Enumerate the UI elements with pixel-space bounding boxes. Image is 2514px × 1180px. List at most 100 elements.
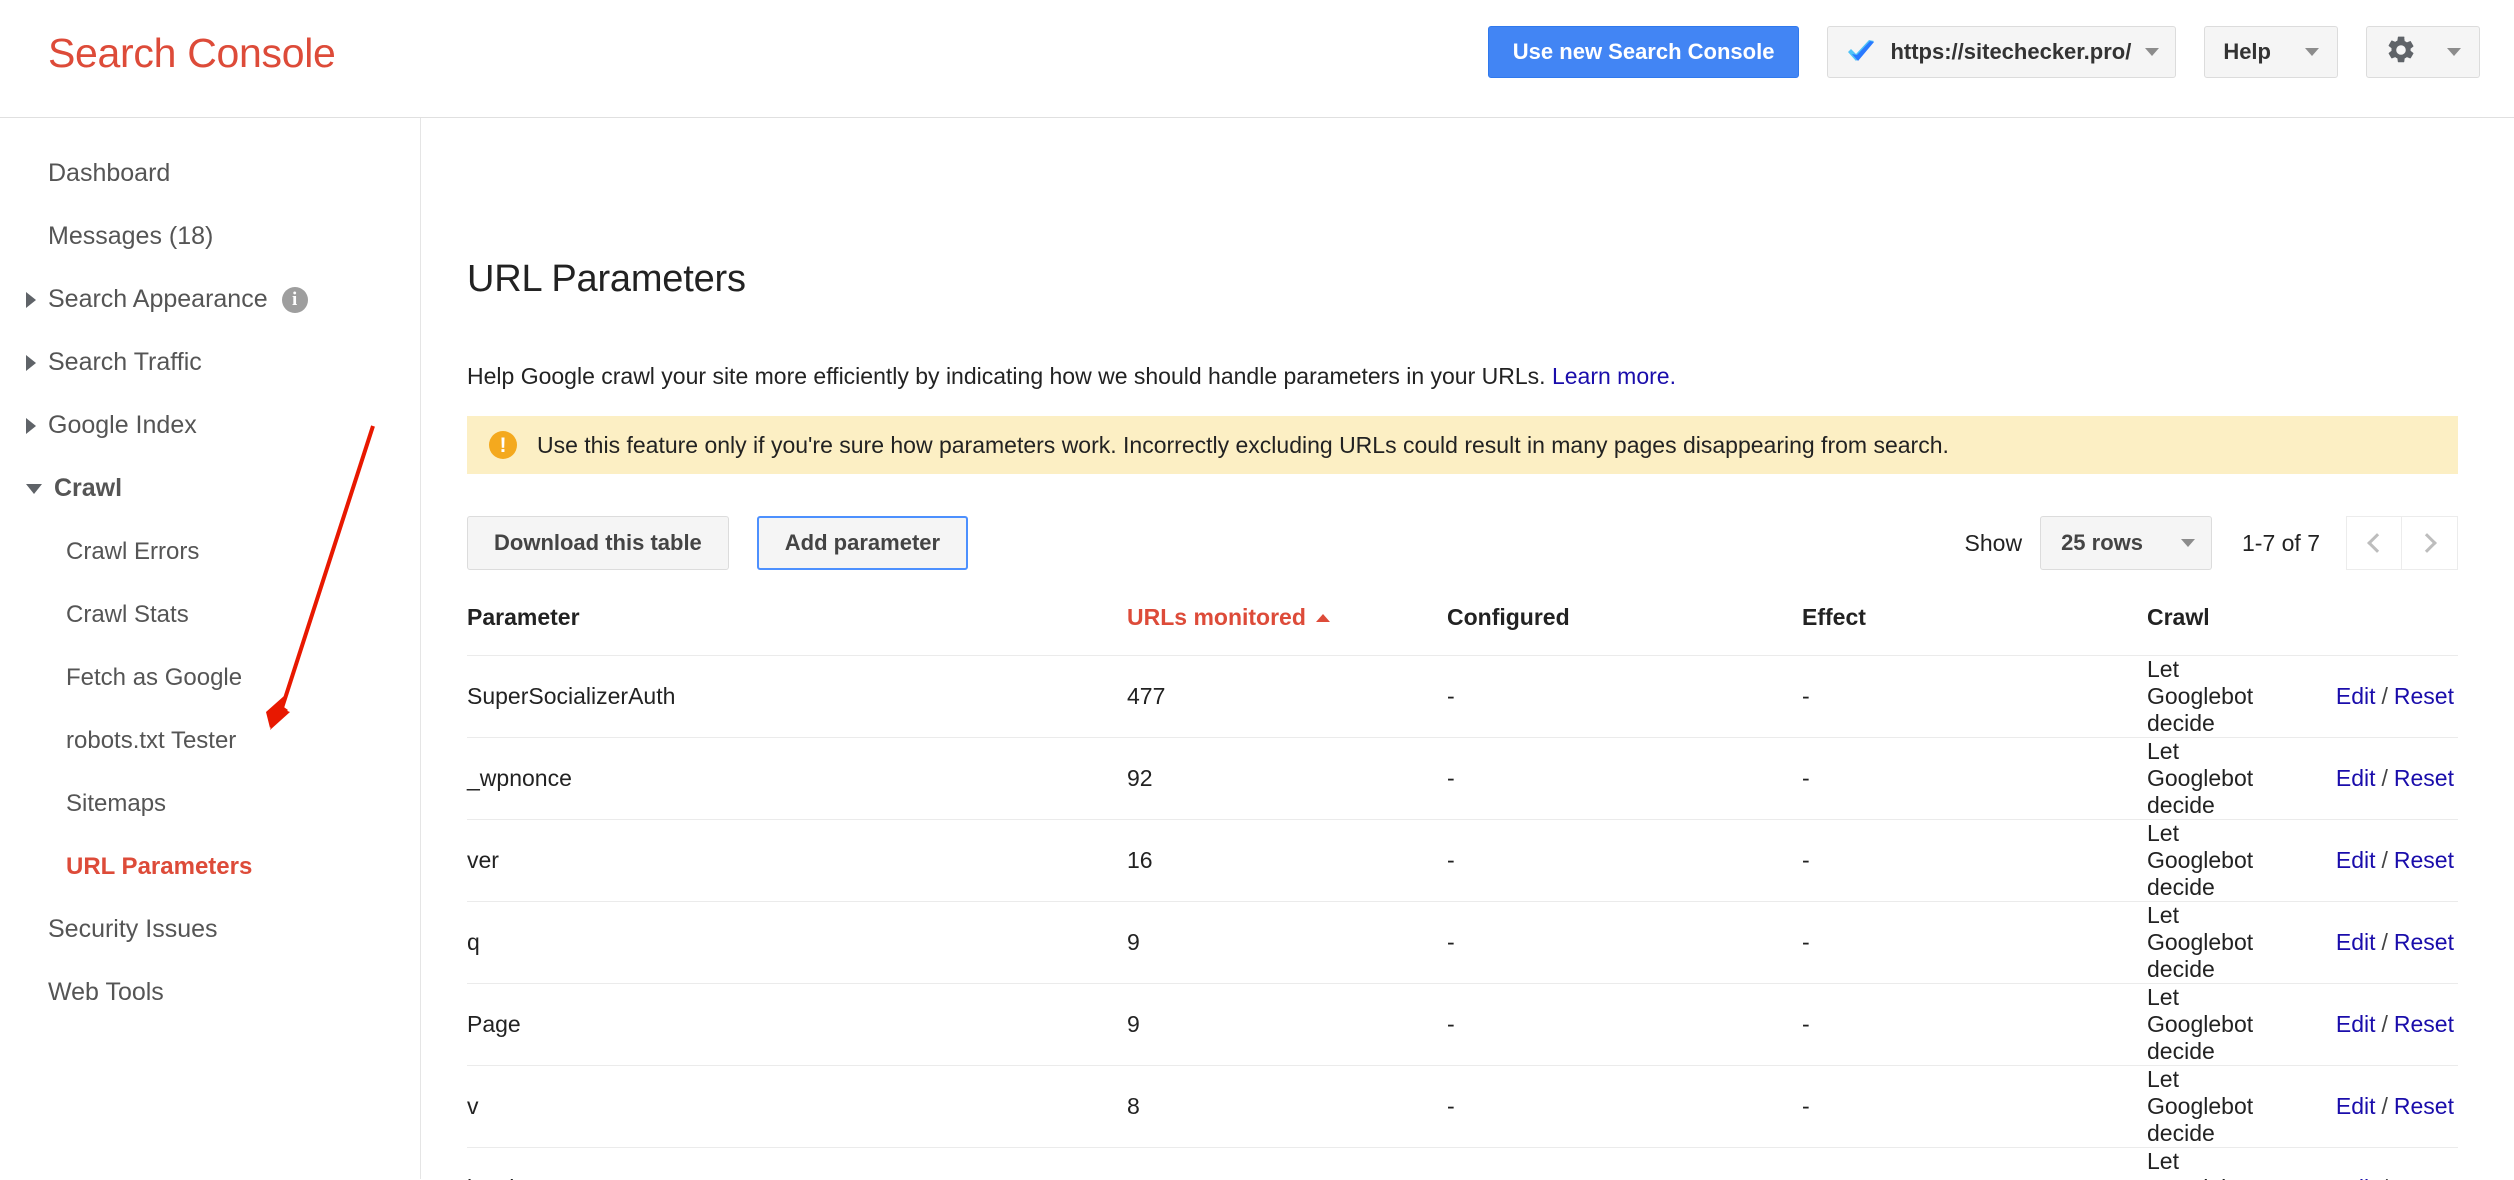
edit-link[interactable]: Edit (2336, 1093, 2376, 1119)
settings-button[interactable] (2366, 26, 2480, 78)
sidebar-item-label: Web Tools (48, 978, 164, 1006)
cell-configured: - (1447, 901, 1802, 984)
sidebar-item-search-traffic[interactable]: Search Traffic (0, 331, 420, 394)
reset-link[interactable]: Reset (2394, 1011, 2454, 1037)
reset-link[interactable]: Reset (2394, 1175, 2454, 1180)
edit-link[interactable]: Edit (2336, 765, 2376, 791)
sidebar-item-label: Crawl Stats (66, 600, 189, 628)
next-page-button[interactable] (2402, 516, 2458, 570)
cell-crawl: Let Googlebot decide (2147, 819, 2254, 902)
sidebar-item-messages[interactable]: Messages (18) (0, 205, 420, 268)
sidebar-item-sitemaps[interactable]: Sitemaps (0, 772, 420, 835)
edit-link[interactable]: Edit (2336, 683, 2376, 709)
previous-page-button[interactable] (2346, 516, 2402, 570)
reset-link[interactable]: Reset (2394, 1093, 2454, 1119)
cell-actions: Edit/Reset (2228, 1065, 2458, 1148)
chevron-down-icon (2181, 539, 2195, 547)
download-this-table-button[interactable]: Download this table (467, 516, 729, 570)
site-url-label: https://sitechecker.pro/ (1890, 39, 2132, 64)
sidebar-item-label: Crawl Errors (66, 537, 200, 565)
sidebar: Dashboard Messages (18) Search Appearanc… (0, 118, 421, 1179)
reset-link[interactable]: Reset (2394, 765, 2454, 791)
action-separator: / (2381, 1011, 2388, 1037)
sidebar-item-label: Search Traffic (48, 348, 202, 376)
column-header-urls-monitored[interactable]: URLs monitored (1127, 604, 1447, 656)
edit-link[interactable]: Edit (2336, 929, 2376, 955)
sidebar-item-label: Messages (18) (48, 222, 214, 250)
edit-link[interactable]: Edit (2336, 847, 2376, 873)
table-row: level 8 - - Let Googlebot decide Edit / Re… (467, 1147, 2458, 1180)
sidebar-item-web-tools[interactable]: Web Tools (0, 961, 420, 1024)
column-header-configured[interactable]: Configured (1447, 604, 1802, 656)
learn-more-link[interactable]: Learn more. (1552, 363, 1676, 389)
cell-actions: Edit/Reset (2228, 1147, 2458, 1180)
page-range-label: 1-7 of 7 (2242, 529, 2320, 556)
table-row: _wpnonce 92 - - Let Googlebot decide Edi… (467, 737, 2458, 820)
cell-effect: - (1802, 983, 2147, 1066)
table-header-row: Parameter URLs monitored Configured Effe… (467, 604, 2458, 656)
cell-parameter: _wpnonce (467, 737, 1127, 820)
sidebar-item-search-appearance[interactable]: Search Appearance i (0, 268, 420, 331)
table-body: SuperSocializerAuth 477 - - Let Googlebo… (467, 655, 2458, 1180)
warning-text: Use this feature only if you're sure how… (537, 431, 1949, 458)
add-parameter-button[interactable]: Add parameter (756, 516, 969, 570)
cell-effect: - (1802, 819, 2147, 902)
sort-ascending-icon (1315, 614, 1330, 622)
action-separator: / (2381, 1093, 2388, 1119)
cell-parameter: SuperSocializerAuth (467, 655, 1127, 738)
cell-effect: - (1802, 655, 2147, 738)
reset-link[interactable]: Reset (2394, 683, 2454, 709)
cell-configured: - (1447, 983, 1802, 1066)
sidebar-item-google-index[interactable]: Google Index (0, 394, 420, 457)
rows-per-page-value: 25 rows (2061, 530, 2143, 555)
sidebar-item-security-issues[interactable]: Security Issues (0, 898, 420, 961)
site-selector[interactable]: https://sitechecker.pro/ (1827, 26, 2177, 78)
sidebar-item-label: Fetch as Google (66, 663, 243, 691)
app-header: Search Console Use new Search Console ht… (0, 0, 2514, 118)
cell-urls-monitored: 8 (1127, 1065, 1447, 1148)
table-row: ver 16 - - Let Googlebot decide Edit / Res… (467, 819, 2458, 902)
page-body: Dashboard Messages (18) Search Appearanc… (0, 118, 2514, 1180)
cell-urls-monitored: 16 (1127, 819, 1447, 902)
cell-configured: - (1447, 655, 1802, 738)
chevron-down-icon (2305, 48, 2319, 56)
reset-link[interactable]: Reset (2394, 929, 2454, 955)
info-icon[interactable]: i (281, 286, 308, 313)
edit-link[interactable]: Edit (2336, 1175, 2376, 1180)
sidebar-item-crawl[interactable]: Crawl (0, 457, 420, 520)
warning-banner: ! Use this feature only if you're sure h… (467, 416, 2458, 474)
cell-parameter: level (467, 1147, 1127, 1180)
sidebar-item-crawl-errors[interactable]: Crawl Errors (0, 520, 420, 583)
sidebar-item-label: Google Index (48, 411, 197, 439)
sidebar-item-label: Crawl (54, 474, 123, 502)
chevron-right-icon (2417, 533, 2437, 553)
sidebar-item-robots-txt-tester[interactable]: robots.txt Tester (0, 709, 420, 772)
use-new-search-console-button[interactable]: Use new Search Console (1487, 26, 1800, 78)
column-header-effect[interactable]: Effect (1802, 604, 2147, 656)
brand-logo[interactable]: Search Console (48, 30, 336, 77)
warning-exclamation-icon: ! (489, 431, 517, 459)
action-separator: / (2381, 765, 2388, 791)
cell-actions: Edit/Reset (2228, 983, 2458, 1066)
sidebar-item-url-parameters[interactable]: URL Parameters (0, 835, 420, 898)
table-toolbar: Download this table Add parameter Show 2… (467, 516, 2458, 570)
cell-effect: - (1802, 901, 2147, 984)
chevron-left-icon (2366, 533, 2387, 553)
column-header-parameter[interactable]: Parameter (467, 604, 1127, 656)
column-header-urls-monitored-label: URLs monitored (1127, 604, 1306, 630)
sidebar-item-fetch-as-google[interactable]: Fetch as Google (0, 646, 420, 709)
edit-link[interactable]: Edit (2336, 1011, 2376, 1037)
rows-per-page-select[interactable]: 25 rows (2040, 516, 2212, 570)
reset-link[interactable]: Reset (2394, 847, 2454, 873)
table-row: SuperSocializerAuth 477 - - Let Googlebo… (467, 655, 2458, 738)
column-header-crawl[interactable]: Crawl (2147, 604, 2228, 656)
action-separator: / (2381, 683, 2388, 709)
triangle-right-icon (26, 291, 36, 308)
triangle-right-icon (26, 354, 36, 371)
triangle-down-icon (26, 483, 42, 494)
sidebar-item-label: robots.txt Tester (66, 726, 237, 754)
sidebar-item-crawl-stats[interactable]: Crawl Stats (0, 583, 420, 646)
help-button[interactable]: Help (2204, 26, 2338, 78)
cell-effect: - (1802, 1147, 2147, 1180)
sidebar-item-dashboard[interactable]: Dashboard (0, 142, 420, 205)
